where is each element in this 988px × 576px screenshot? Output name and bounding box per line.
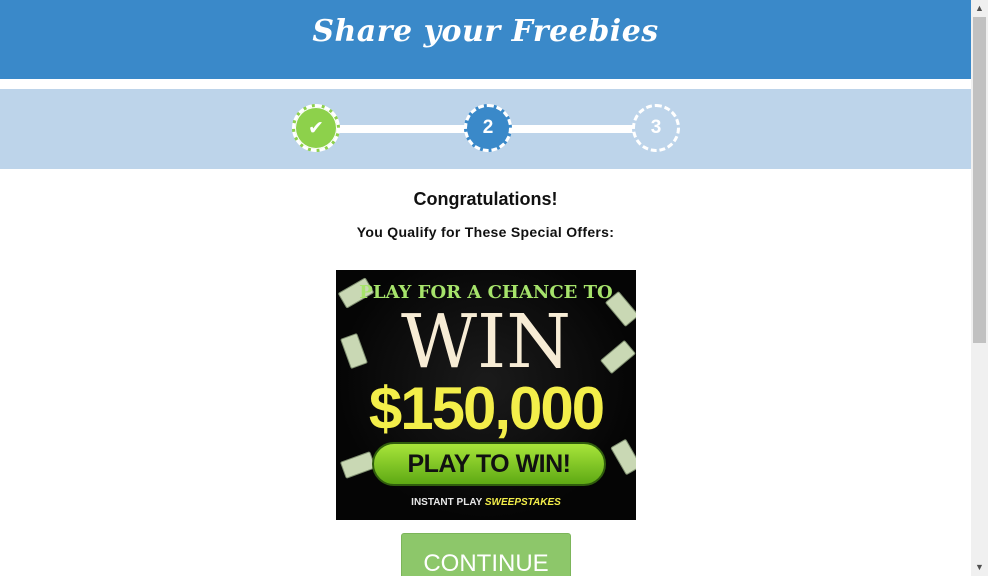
step-2-active: 2 <box>464 104 512 152</box>
congratulations-heading: Congratulations! <box>413 189 558 209</box>
sweepstakes-ad-banner[interactable]: PLAY FOR A CHANCE TO WIN $150,000 PLAY T… <box>336 270 636 520</box>
ad-footer-brand: SWEEPSTAKES <box>484 497 561 508</box>
step-3-upcoming: 3 <box>632 104 680 152</box>
ad-footer-prefix: INSTANT PLAY <box>411 497 483 508</box>
progress-connector <box>338 125 468 133</box>
progress-connector <box>510 125 636 133</box>
ad-footer: INSTANT PLAY SWEEPSTAKES <box>336 497 636 508</box>
site-title: Share your Freebies <box>312 14 659 49</box>
scroll-down-arrow-icon[interactable]: ▼ <box>971 559 988 576</box>
scroll-up-arrow-icon[interactable]: ▲ <box>971 0 988 17</box>
continue-button[interactable]: CONTINUE <box>401 533 571 576</box>
qualify-subheading: You Qualify for These Special Offers: <box>356 224 615 240</box>
progress-steps: ✔ 2 3 <box>0 89 971 169</box>
play-to-win-button[interactable]: PLAY TO WIN! <box>372 442 606 486</box>
step-1-completed-checkmark-icon: ✔ <box>292 104 340 152</box>
ad-prize-amount: $150,000 <box>368 375 605 442</box>
money-bill-icon <box>339 451 377 479</box>
scrollbar-thumb[interactable] <box>973 17 986 343</box>
ad-win-text: WIN <box>400 299 572 385</box>
money-bill-icon <box>610 438 636 476</box>
vertical-scrollbar[interactable]: ▲ ▼ <box>971 0 988 576</box>
header-bar: Share your Freebies <box>0 0 971 79</box>
page: Share your Freebies ✔ 2 3 Congratulation… <box>0 0 971 576</box>
